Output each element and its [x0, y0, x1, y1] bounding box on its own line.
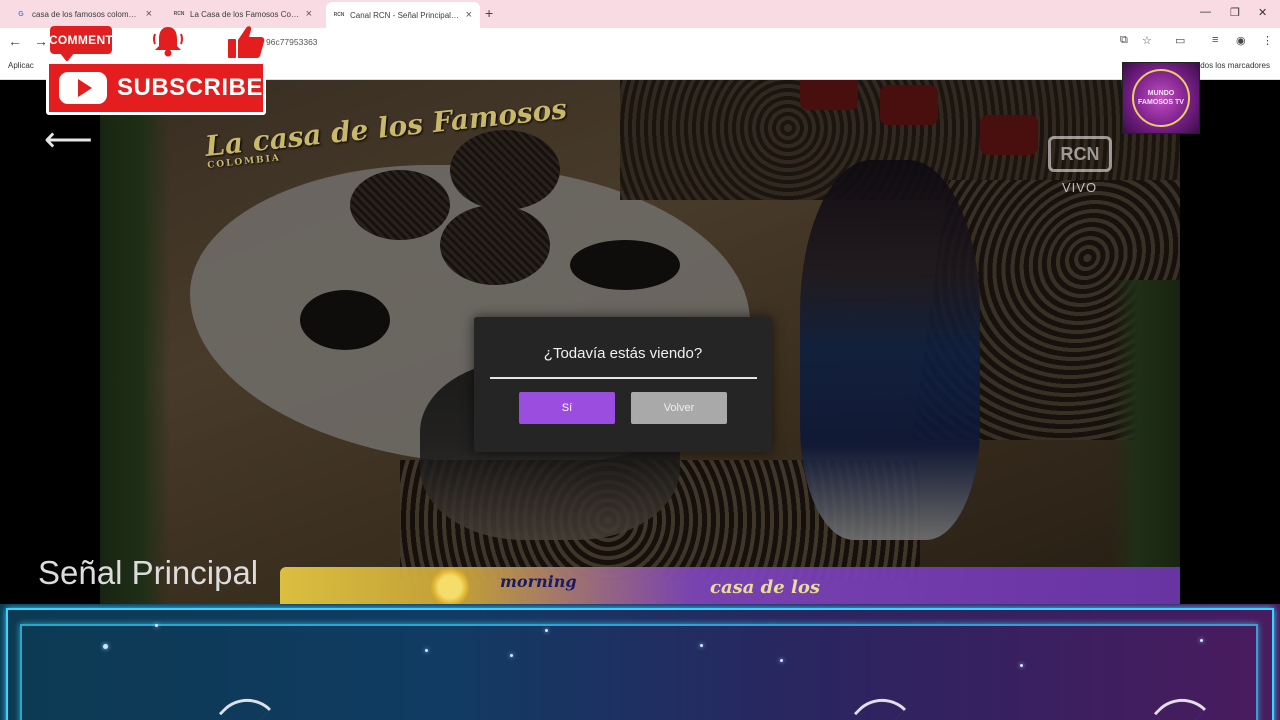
translate-icon[interactable]: ⧉: [1120, 34, 1128, 47]
sun-icon: [430, 567, 470, 604]
star: [545, 629, 548, 632]
channel-logo-top: MUNDO: [1147, 90, 1175, 97]
star: [700, 644, 703, 647]
back-icon[interactable]: ←: [8, 33, 22, 49]
address-bar[interactable]: 96c77953363: [266, 37, 318, 47]
channel-logo: MUNDO FAMOSOS TV: [1122, 62, 1200, 134]
profile-icon[interactable]: ◉: [1236, 34, 1246, 47]
banner-casa: casa de los: [710, 577, 820, 598]
close-window-icon[interactable]: ✕: [1258, 6, 1267, 19]
youtube-play-icon: [59, 72, 107, 104]
close-icon[interactable]: ×: [146, 8, 152, 20]
bookmark-other[interactable]: dos los marcadores: [1200, 61, 1270, 70]
close-icon[interactable]: ×: [466, 9, 472, 21]
yes-button[interactable]: Sí: [519, 392, 615, 424]
live-label: VIVO: [1062, 180, 1098, 195]
google-favicon-icon: G: [18, 10, 24, 18]
subscribe-button[interactable]: SUBSCRIBE: [46, 61, 266, 115]
back-button[interactable]: Volver: [631, 392, 727, 424]
star: [1020, 664, 1023, 667]
tab-title: La Casa de los Famosos Colom: [190, 9, 300, 19]
star: [510, 654, 513, 657]
minimize-icon[interactable]: —: [1200, 6, 1211, 18]
star: [780, 659, 783, 662]
channel-title: Señal Principal: [38, 554, 259, 591]
star-icon[interactable]: ☆: [1142, 34, 1152, 47]
forward-icon[interactable]: →: [34, 33, 48, 49]
tab-casa-famosos[interactable]: RCN La Casa de los Famosos Colom ×: [166, 3, 320, 25]
rcn-favicon-icon: RCN: [333, 12, 345, 18]
menu-icon[interactable]: ⋮: [1262, 34, 1273, 47]
reading-list-icon[interactable]: ≡: [1212, 34, 1218, 46]
decorative-frame: [0, 604, 1280, 720]
tab-google-search[interactable]: G casa de los famosos colombia - ×: [8, 3, 160, 25]
bookmark-apps[interactable]: Aplicac: [8, 61, 34, 70]
browser-toolbar: ← → 96c77953363 ⧉ ☆ ▭ ≡ ◉ ⋮: [0, 28, 1280, 56]
dialog-title: ¿Todavía estás viendo?: [543, 345, 703, 362]
channel-logo-ring: MUNDO FAMOSOS TV: [1132, 69, 1190, 127]
channel-logo-bottom: FAMOSOS TV: [1138, 99, 1184, 106]
star: [1200, 639, 1203, 642]
bottom-banner: morning casa de los: [280, 567, 1180, 604]
thumbs-up-icon: [228, 26, 265, 58]
back-arrow-icon[interactable]: ⟵: [44, 120, 93, 160]
restore-icon[interactable]: ❐: [1230, 6, 1240, 19]
star: [155, 624, 158, 627]
cast-icon[interactable]: ▭: [1175, 34, 1185, 47]
new-tab-button[interactable]: +: [485, 5, 493, 21]
frame-border-inner: [20, 624, 1258, 720]
browser-tab-bar: G casa de los famosos colombia - × RCN L…: [0, 0, 1280, 28]
divider: [490, 377, 757, 379]
comment-badge: COMMENT: [49, 26, 113, 62]
still-watching-dialog: ¿Todavía estás viendo? Sí Volver: [474, 317, 772, 452]
banner-morning: morning: [500, 572, 577, 591]
subscribe-label: SUBSCRIBE: [117, 74, 263, 101]
star: [103, 644, 108, 649]
rcn-logo-icon: RCN: [1048, 136, 1112, 172]
video-player[interactable]: La casa de los Famosos COLOMBIA morning …: [0, 80, 1280, 604]
close-icon[interactable]: ×: [306, 8, 312, 20]
tab-title: Canal RCN - Señal Principal - m: [350, 10, 460, 20]
tab-title: casa de los famosos colombia -: [32, 9, 140, 19]
rcn-favicon-icon: RCN: [173, 11, 185, 17]
star: [425, 649, 428, 652]
tab-canal-rcn[interactable]: RCN Canal RCN - Señal Principal - m ×: [326, 2, 480, 28]
bell-icon: [153, 27, 183, 57]
screen: G casa de los famosos colombia - × RCN L…: [0, 0, 1280, 720]
